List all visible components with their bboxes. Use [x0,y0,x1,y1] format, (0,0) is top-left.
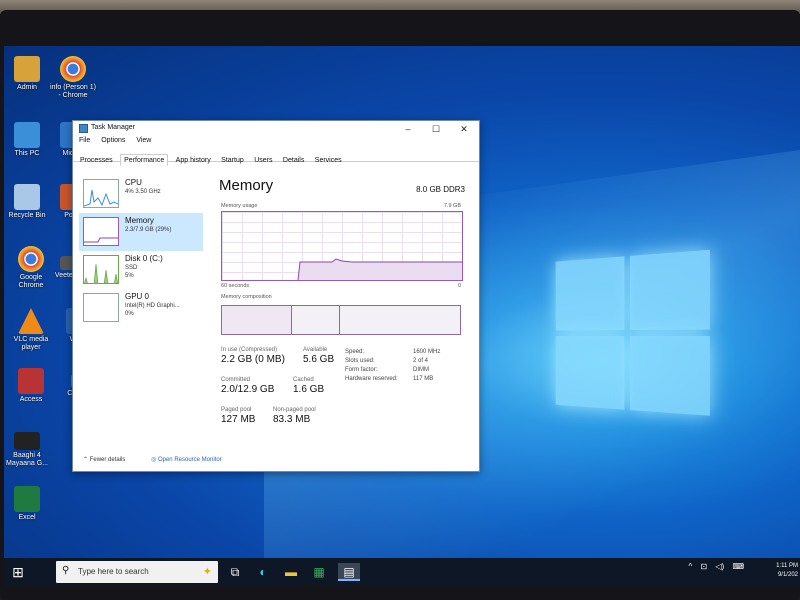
tab-strip: Processes Performance App history Startu… [73,149,479,162]
file-explorer-icon[interactable]: ▬ [282,563,300,581]
disk-mini-graph [83,255,119,284]
hardware-reserved-label: Hardware reserved: [345,376,398,382]
menu-bar: File Options View [73,137,479,149]
form-factor-label: Form factor: [345,367,377,373]
stat-committed: Committed 2.0/12.9 GB [221,377,274,395]
stat-in-use: In use (Compressed) 2.2 GB (0 MB) [221,347,285,365]
volume-icon[interactable]: ◁) [715,562,724,571]
taskbar-search-box[interactable]: ⚲ Type here to search ✦ [56,561,218,583]
stat-cached: Cached 1.6 GB [293,377,324,395]
open-resource-monitor-link[interactable]: ◎ Open Resource Monitor [151,457,234,463]
menu-options[interactable]: Options [101,137,125,144]
excel-icon [14,486,40,512]
resource-gpu[interactable]: GPU 0 Intel(R) HD Graphi... 0% [79,289,203,327]
memory-spec: 8.0 GB DDR3 [416,185,465,194]
resource-memory[interactable]: Memory 2.3/7.9 GB (29%) [79,213,203,251]
slots-value: 2 of 4 [413,358,428,364]
memory-usage-graph [221,211,463,281]
wallpaper-windows-logo [556,249,715,422]
resource-list: CPU 4% 3.50 GHz Memory 2.3/7.9 GB (29%) … [79,175,203,451]
stat-paged-pool: Paged pool 127 MB [221,407,255,425]
cpu-mini-graph [83,179,119,208]
resource-cpu[interactable]: CPU 4% 3.50 GHz [79,175,203,213]
tab-services[interactable]: Services [312,155,345,165]
ime-icon[interactable]: ⌨ [732,562,744,571]
memory-title: Memory [219,177,273,194]
menu-file[interactable]: File [79,137,90,144]
close-button[interactable]: ✕ [453,122,475,136]
slots-label: Slots used: [345,358,375,364]
desktop-icon-admin[interactable]: Admin [4,56,50,92]
system-tray: ^ ⊡ ◁) ⌨ [682,562,744,571]
memory-usage-label: Memory usage [221,203,257,209]
search-icon: ⚲ [62,565,69,576]
tab-startup[interactable]: Startup [218,155,247,165]
desktop-icon-vlc[interactable]: VLC media player [8,308,54,352]
computer-icon [14,122,40,148]
stat-non-paged-pool: Non-paged pool 83.3 MB [273,407,316,425]
video-file-icon [14,432,40,450]
desktop-icon-this-pc[interactable]: This PC [4,122,50,158]
desktop-icon-google-chrome[interactable]: Google Chrome [8,246,54,290]
task-manager-window: Task Manager – ☐ ✕ File Options View Pro… [72,120,480,472]
vlc-cone-icon [18,308,44,334]
task-manager-taskbar-icon[interactable]: ▤ [338,563,360,581]
resource-disk[interactable]: Disk 0 (C:) SSD 5% [79,251,203,289]
windows-start-icon[interactable]: ⊞ [10,564,26,580]
task-view-icon[interactable]: ⧉ [226,563,244,581]
hardware-reserved-value: 117 MB [413,376,433,382]
recycle-bin-icon [14,184,40,210]
tab-details[interactable]: Details [280,155,307,165]
chevron-up-icon[interactable]: ^ [688,562,692,571]
desktop-icon-recycle-bin[interactable]: Recycle Bin [4,184,50,220]
folder-icon [14,56,40,82]
graph-zero-label: 0 [458,283,461,289]
memory-mini-graph [83,217,119,246]
speed-value: 1600 MHz [413,349,440,355]
maximize-button[interactable]: ☐ [425,122,447,136]
tab-users[interactable]: Users [251,155,275,165]
chrome-icon [60,56,86,82]
memory-composition-bar [221,305,461,335]
network-icon[interactable]: ⊡ [700,562,707,571]
title-bar[interactable]: Task Manager – ☐ ✕ [73,121,479,137]
desktop-icon-chrome-profile[interactable]: info (Person 1) - Chrome [50,56,96,100]
access-icon [18,368,44,394]
chrome-icon [18,246,44,272]
gpu-mini-graph [83,293,119,322]
desktop-icon-excel[interactable]: Excel [4,486,50,522]
memory-usage-max: 7.9 GB [444,203,461,209]
tab-app-history[interactable]: App history [173,155,214,165]
taskbar: ⊞ ⚲ Type here to search ✦ ⧉ ◐ ▬ ▦ ▤ ^ ⊡ … [4,558,800,586]
memory-composition-label: Memory composition [221,294,272,300]
speed-label: Speed: [345,349,364,355]
task-manager-app-icon [79,124,88,133]
search-highlight-icon: ✦ [203,565,212,578]
graph-time-label: 60 seconds [221,283,249,289]
fewer-details-link[interactable]: ⌃ Fewer details [83,457,137,463]
tab-processes[interactable]: Processes [77,155,116,165]
edge-icon[interactable]: ◐ [254,563,272,581]
form-factor-value: DIMM [413,367,429,373]
minimize-button[interactable]: – [397,122,419,136]
desktop-icon-access[interactable]: Access [8,368,54,404]
taskbar-clock[interactable]: 1:11 PM 9/1/202 [776,562,798,580]
menu-view[interactable]: View [136,137,151,144]
stat-available: Available 5.6 GB [303,347,334,365]
desktop-icon-video[interactable]: Baaghi 4 Mayaana G... [4,432,50,468]
footer-bar: ⌃ Fewer details ◎ Open Resource Monitor [83,456,246,463]
memory-detail-panel: Memory 8.0 GB DDR3 Memory usage 7.9 GB 6… [219,177,467,447]
excel-taskbar-icon[interactable]: ▦ [310,563,328,581]
tab-performance[interactable]: Performance [120,154,168,166]
